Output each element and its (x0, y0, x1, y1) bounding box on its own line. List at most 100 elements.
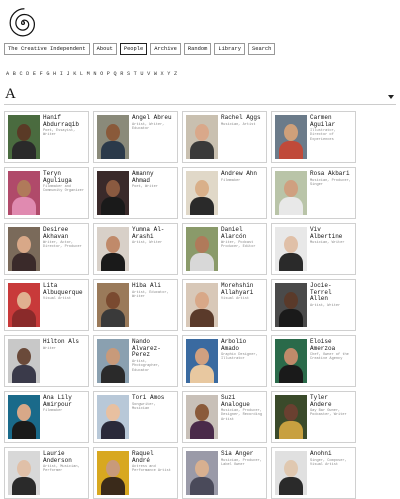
nav-about[interactable]: About (92, 43, 117, 55)
person-card[interactable]: Rosa Akbari Musician, Producer, Singer (271, 167, 356, 219)
person-card[interactable]: Arbolio Amado Graphic Designer, Illustrat… (182, 335, 267, 387)
person-description: Artist, Writer, Educator (132, 123, 165, 132)
person-description: Artist, Photographer, Educator (132, 360, 161, 373)
alphabet-letter-w[interactable]: W (154, 71, 157, 77)
person-name[interactable]: Nando Alvarez-Perez (132, 338, 175, 359)
person-name[interactable]: Morehshin Allahyari (221, 282, 264, 296)
person-card[interactable]: Angel Abreu Artist, Writer, Educator (93, 111, 178, 163)
chevron-down-icon[interactable] (388, 95, 394, 99)
person-name[interactable]: Arbolio Amado (221, 338, 264, 352)
alphabet-letter-j[interactable]: J (66, 71, 69, 77)
person-name[interactable]: Jocie-Terrel Allen (310, 282, 353, 303)
person-card[interactable]: Viv Albertine Musician, Writer (271, 223, 356, 275)
person-name[interactable]: Rosa Akbari (310, 170, 353, 178)
person-description: Songwriter, Musician (132, 403, 156, 412)
person-photo (186, 283, 218, 327)
person-photo (8, 115, 40, 159)
person-card[interactable]: Ana Lily Amirpour Filmmaker (4, 391, 89, 443)
alphabet-letter-b[interactable]: B (13, 71, 16, 77)
person-card[interactable]: Hiba Ali Artist, Educator, Writer (93, 279, 178, 331)
nav-the-creative-independent[interactable]: The Creative Independent (4, 43, 90, 55)
alphabet-letter-z[interactable]: Z (174, 71, 177, 77)
person-photo (8, 227, 40, 271)
person-card[interactable]: Teryn Aguliuga Filmmaker and Community Or… (4, 167, 89, 219)
person-card[interactable]: Andrew Ahn Filmmaker (182, 167, 267, 219)
person-name[interactable]: Eloise Amerzoa (310, 338, 353, 352)
person-name[interactable]: Ana Lily Amirpour (43, 394, 86, 408)
person-photo (97, 451, 129, 495)
person-card[interactable]: Amanny Ahmad Poet, Writer (93, 167, 178, 219)
alphabet-letter-d[interactable]: D (26, 71, 29, 77)
person-name[interactable]: Hilton Als (43, 338, 86, 346)
nav-search[interactable]: Search (247, 43, 276, 55)
person-name[interactable]: Anohni (310, 450, 353, 458)
person-name[interactable]: Carmen Aguilar (310, 114, 353, 128)
alphabet-letter-q[interactable]: Q (114, 71, 117, 77)
nav-archive[interactable]: Archive (150, 43, 181, 55)
person-name[interactable]: Amanny Ahmad (132, 170, 175, 184)
nav-people[interactable]: People (119, 43, 148, 55)
person-card[interactable]: Lita Albuquerque Visual Artist (4, 279, 89, 331)
person-name[interactable]: Suzi Analogue (221, 394, 264, 408)
person-photo (186, 115, 218, 159)
alphabet-letter-a[interactable]: A (6, 71, 9, 77)
person-name[interactable]: Yumna Al-Arashi (132, 226, 175, 240)
person-name[interactable]: Teryn Aguliuga (43, 170, 86, 184)
person-name[interactable]: Hanif Abdurraqib (43, 114, 86, 128)
alphabet-letter-n[interactable]: N (93, 71, 96, 77)
person-name[interactable]: Rachel Aggs (221, 114, 264, 122)
person-name[interactable]: Raquel André (132, 450, 175, 464)
alphabet-letter-c[interactable]: C (19, 71, 22, 77)
spiral-logo-icon[interactable] (4, 4, 42, 42)
person-card[interactable]: Eloise Amerzoa Chef, Owner of the Creativ… (271, 335, 356, 387)
person-name[interactable]: Daniel Alarcón (221, 226, 264, 240)
person-name[interactable]: Lita Albuquerque (43, 282, 86, 296)
person-name[interactable]: Andrew Ahn (221, 170, 264, 178)
person-card[interactable]: Carmen Aguilar Illustrator, Director of E… (271, 111, 356, 163)
alphabet-letter-g[interactable]: G (46, 71, 49, 77)
alphabet-letter-h[interactable]: H (53, 71, 56, 77)
person-name[interactable]: Desiree Akhavan (43, 226, 86, 240)
person-name[interactable]: Viv Albertine (310, 226, 353, 240)
alphabet-letter-u[interactable]: U (140, 71, 143, 77)
person-card[interactable]: Anohni Singer, Composer, Visual Artist (271, 447, 356, 499)
person-card[interactable]: Sia Anger Musician, Producer, Label Owner (182, 447, 267, 499)
person-card[interactable]: Daniel Alarcón Writer, Podcast Producer, … (182, 223, 267, 275)
person-card[interactable]: Raquel André Actress and Performance Arti… (93, 447, 178, 499)
person-card[interactable]: Tori Amos Songwriter, Musician (93, 391, 178, 443)
person-name[interactable]: Laurie Anderson (43, 450, 86, 464)
alphabet-letter-o[interactable]: O (100, 71, 103, 77)
person-card[interactable]: Laurie Anderson Artist, Musician, Perform… (4, 447, 89, 499)
alphabet-letter-e[interactable]: E (33, 71, 36, 77)
person-name[interactable]: Tyler Andere (310, 394, 353, 408)
person-card[interactable]: Nando Alvarez-Perez Artist, Photographer,… (93, 335, 178, 387)
alphabet-letter-i[interactable]: I (60, 71, 63, 77)
person-name[interactable]: Hiba Ali (132, 282, 175, 290)
person-card[interactable]: Tyler Andere Gay Bar Owner, Podcaster, Wr… (271, 391, 356, 443)
alphabet-letter-s[interactable]: S (127, 71, 130, 77)
person-card[interactable]: Hilton Als Writer (4, 335, 89, 387)
alphabet-letter-t[interactable]: T (134, 71, 137, 77)
person-card[interactable]: Suzi Analogue Musician, Producer, Designe… (182, 391, 267, 443)
person-card[interactable]: Hanif Abdurraqib Poet, Essayist, Writer (4, 111, 89, 163)
person-card[interactable]: Desiree Akhavan Writer, Actor, Director, … (4, 223, 89, 275)
alphabet-letter-l[interactable]: L (80, 71, 83, 77)
person-card[interactable]: Yumna Al-Arashi Artist, Writer (93, 223, 178, 275)
person-description: Singer, Composer, Visual Artist (310, 459, 347, 468)
person-name[interactable]: Tori Amos (132, 394, 175, 402)
person-name[interactable]: Angel Abreu (132, 114, 175, 122)
nav-library[interactable]: Library (214, 43, 245, 55)
alphabet-letter-r[interactable]: R (120, 71, 123, 77)
alphabet-letter-y[interactable]: Y (167, 71, 170, 77)
person-name[interactable]: Sia Anger (221, 450, 264, 458)
person-card[interactable]: Jocie-Terrel Allen Artist, Writer (271, 279, 356, 331)
alphabet-letter-m[interactable]: M (87, 71, 90, 77)
alphabet-letter-p[interactable]: P (107, 71, 110, 77)
nav-random[interactable]: Random (183, 43, 212, 55)
person-card[interactable]: Rachel Aggs Musician, Artist (182, 111, 267, 163)
person-card[interactable]: Morehshin Allahyari Visual Artist (182, 279, 267, 331)
alphabet-letter-x[interactable]: X (161, 71, 164, 77)
alphabet-letter-v[interactable]: V (147, 71, 150, 77)
alphabet-letter-f[interactable]: F (40, 71, 43, 77)
alphabet-letter-k[interactable]: K (73, 71, 76, 77)
